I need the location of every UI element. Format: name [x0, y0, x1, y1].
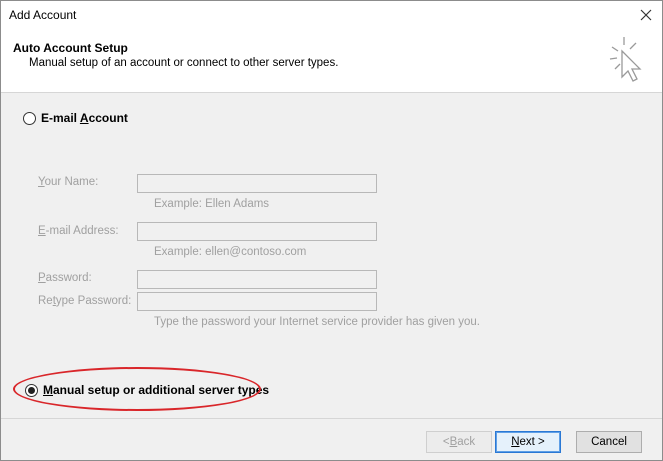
- your-name-hint: Example: Ellen Adams: [154, 198, 270, 210]
- password-hint: Type the password your Internet service …: [154, 316, 481, 328]
- radio-email-account-label: E-mail Account: [41, 111, 128, 125]
- your-name-label: Your Name:: [38, 176, 99, 188]
- cancel-button[interactable]: Cancel: [576, 431, 642, 453]
- radio-email-account[interactable]: E-mail Account: [23, 111, 128, 125]
- radio-circle[interactable]: [23, 111, 36, 125]
- header-subtitle: Manual setup of an account or connect to…: [29, 57, 339, 69]
- close-button[interactable]: [636, 5, 656, 25]
- retype-password-label: Retype Password:: [38, 295, 132, 307]
- dialog-footer: < Back Next > Cancel: [1, 418, 662, 460]
- radio-manual-setup-label: Manual setup or additional server types: [43, 383, 270, 397]
- next-button[interactable]: Next >: [495, 431, 561, 453]
- email-address-label: E-mail Address:: [38, 225, 119, 237]
- radio-circle-selected[interactable]: [25, 383, 38, 397]
- radio-manual-setup[interactable]: Manual setup or additional server types: [25, 383, 269, 397]
- your-name-input[interactable]: [137, 174, 377, 193]
- add-account-dialog: Add Account Auto Account Setup Manual se…: [0, 0, 663, 461]
- password-input[interactable]: [137, 270, 377, 289]
- password-label: Password:: [38, 272, 92, 284]
- close-icon: [640, 9, 652, 21]
- wizard-cursor-icon: [609, 37, 642, 82]
- content-area: E-mail Account Your Name: Example: Ellen…: [1, 94, 662, 418]
- email-address-input[interactable]: [137, 222, 377, 241]
- wizard-header: Auto Account Setup Manual setup of an ac…: [1, 31, 662, 93]
- header-title: Auto Account Setup: [13, 41, 128, 55]
- retype-password-input[interactable]: [137, 292, 377, 311]
- title-bar: Add Account: [1, 1, 662, 31]
- window-title: Add Account: [9, 8, 77, 22]
- back-button[interactable]: < Back: [426, 431, 492, 453]
- email-address-hint: Example: ellen@contoso.com: [154, 246, 307, 258]
